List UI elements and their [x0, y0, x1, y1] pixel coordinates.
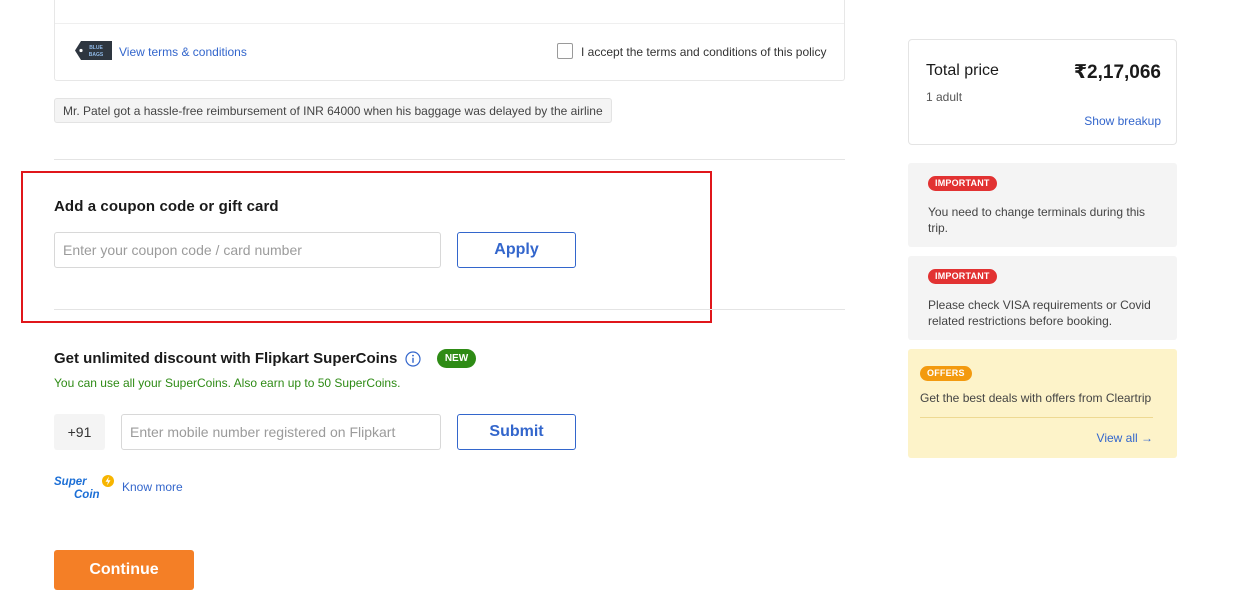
- show-breakup-link[interactable]: Show breakup: [1084, 114, 1161, 128]
- accept-terms-label: I accept the terms and conditions of thi…: [581, 45, 827, 59]
- total-price-card: Total price ₹2,17,066 1 adult Show break…: [908, 39, 1177, 145]
- claim-story-chip: Mr. Patel got a hassle-free reimbursemen…: [54, 98, 612, 123]
- country-code: +91: [54, 414, 105, 450]
- total-price-label: Total price: [926, 62, 999, 79]
- important-tag: IMPORTANT: [928, 176, 997, 191]
- total-price-value: ₹2,17,066: [1073, 62, 1161, 83]
- passenger-count: 1 adult: [926, 90, 963, 104]
- terminal-change-notice: IMPORTANT You need to change terminals d…: [908, 163, 1177, 247]
- supercoins-subtitle: You can use all your SuperCoins. Also ea…: [54, 376, 401, 390]
- view-terms-link[interactable]: View terms & conditions: [119, 45, 247, 59]
- insurance-divider: [55, 23, 844, 24]
- notice-text: Please check VISA requirements or Covid …: [928, 298, 1151, 328]
- know-more-link[interactable]: Know more: [122, 480, 183, 494]
- apply-coupon-button[interactable]: Apply: [457, 232, 576, 268]
- supercoin-logo-text-bottom: Coin: [74, 489, 100, 500]
- section-divider: [54, 309, 845, 310]
- blue-bags-logo: BLUE BAGS: [75, 41, 112, 60]
- visa-notice: IMPORTANT Please check VISA requirements…: [908, 256, 1177, 340]
- supercoins-title: Get unlimited discount with Flipkart Sup…: [54, 350, 398, 367]
- info-icon[interactable]: [405, 351, 421, 367]
- offers-divider: [920, 417, 1153, 418]
- offers-card: OFFERS Get the best deals with offers fr…: [908, 349, 1177, 458]
- important-tag: IMPORTANT: [928, 269, 997, 284]
- accept-terms-checkbox[interactable]: [557, 43, 573, 59]
- offers-text: Get the best deals with offers from Clea…: [920, 391, 1152, 405]
- new-badge: NEW: [437, 349, 476, 368]
- offers-tag: OFFERS: [920, 366, 972, 381]
- continue-button[interactable]: Continue: [54, 550, 194, 590]
- coupon-title: Add a coupon code or gift card: [54, 198, 279, 215]
- coupon-code-input[interactable]: [54, 232, 441, 268]
- notice-text: You need to change terminals during this…: [928, 205, 1146, 235]
- flipkart-mobile-input[interactable]: [121, 414, 441, 450]
- blue-bags-logo-text-bottom: BAGS: [89, 52, 104, 58]
- view-all-offers-link[interactable]: View all →: [1097, 431, 1153, 445]
- supercoin-logo-text-top: Super: [54, 476, 87, 488]
- blue-bags-logo-text-top: BLUE: [89, 45, 103, 51]
- supercoin-logo: Super Coin: [54, 475, 114, 500]
- insurance-card: BLUE BAGS View terms & conditions I acce…: [54, 0, 845, 81]
- submit-mobile-button[interactable]: Submit: [457, 414, 576, 450]
- section-divider: [54, 159, 845, 160]
